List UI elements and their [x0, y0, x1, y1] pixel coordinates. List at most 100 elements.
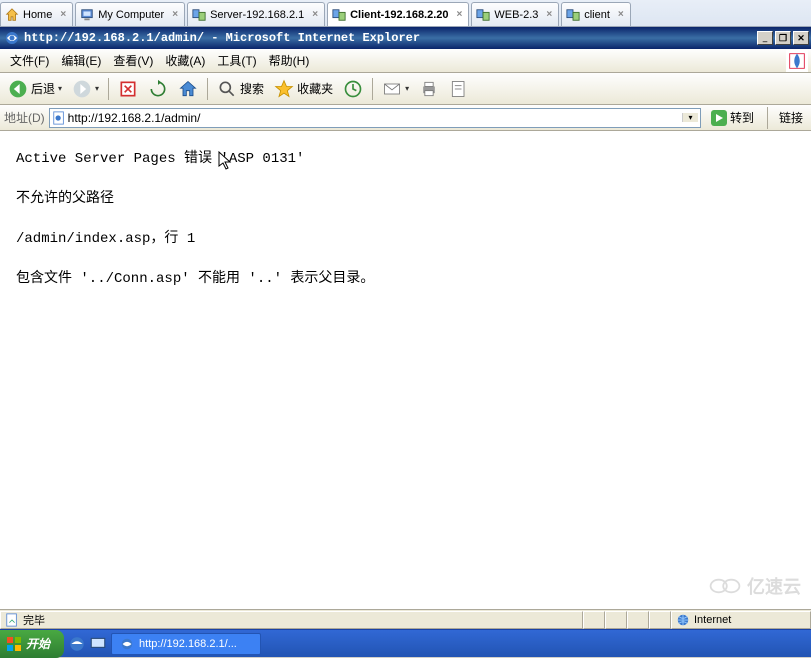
server-icon — [566, 8, 580, 22]
app-tab-home[interactable]: Home × — [0, 2, 73, 26]
start-label: 开始 — [26, 635, 50, 652]
ie-icon — [120, 637, 134, 651]
mail-button[interactable]: ▾ — [378, 77, 413, 101]
status-cell — [627, 611, 649, 629]
close-icon[interactable]: × — [60, 9, 66, 20]
go-label: 转到 — [730, 109, 754, 126]
favorites-label: 收藏夹 — [297, 80, 333, 97]
menu-tools[interactable]: 工具(T) — [211, 49, 262, 72]
zone-label: Internet — [694, 614, 731, 626]
back-button[interactable]: 后退 ▾ — [4, 77, 66, 101]
address-bar: 地址(D) ▾ 转到 链接 — [0, 105, 811, 131]
ql-desktop[interactable] — [89, 635, 107, 653]
status-bar: 完毕 Internet — [0, 609, 811, 629]
app-tab-client1[interactable]: Client-192.168.2.20 × — [327, 2, 469, 26]
app-tab-label: WEB-2.3 — [494, 9, 538, 21]
print-button[interactable] — [415, 77, 443, 101]
app-tab-strip: Home × My Computer × Server-192.168.2.1 … — [0, 0, 811, 27]
error-heading: 不允许的父路径 — [16, 187, 795, 207]
separator — [767, 107, 768, 129]
window-controls: _ ❐ ✕ — [757, 31, 809, 45]
menu-favorites[interactable]: 收藏(A) — [159, 49, 211, 72]
quick-launch — [68, 635, 107, 653]
app-tab-server1[interactable]: Server-192.168.2.1 × — [187, 2, 325, 26]
app-tab-label: My Computer — [98, 9, 164, 21]
separator — [207, 78, 208, 100]
page-icon — [52, 111, 66, 125]
search-button[interactable]: 搜索 — [213, 77, 268, 101]
task-label: http://192.168.2.1/... — [139, 638, 237, 650]
mouse-cursor-icon — [218, 151, 234, 171]
ie-throbber-icon — [783, 49, 811, 73]
status-cell — [649, 611, 671, 629]
computer-icon — [80, 8, 94, 22]
home-icon — [5, 8, 19, 22]
taskbar-item-ie[interactable]: http://192.168.2.1/... — [111, 633, 261, 655]
go-icon — [711, 110, 727, 126]
done-icon — [5, 613, 19, 627]
app-tab-my-computer[interactable]: My Computer × — [75, 2, 185, 26]
links-label[interactable]: 链接 — [775, 109, 807, 126]
close-button[interactable]: ✕ — [793, 31, 809, 45]
go-button[interactable]: 转到 — [705, 108, 760, 127]
ql-ie[interactable] — [68, 635, 86, 653]
window-titlebar: http://192.168.2.1/admin/ - Microsoft In… — [0, 27, 811, 49]
status-cell — [605, 611, 627, 629]
app-tab-label: Home — [23, 9, 52, 21]
favorites-button[interactable]: 收藏夹 — [270, 77, 337, 101]
menu-edit[interactable]: 编辑(E) — [55, 49, 107, 72]
stop-icon — [118, 79, 138, 99]
refresh-icon — [148, 79, 168, 99]
browser-viewport: Active Server Pages 错误 'ASP 0131' 不允许的父路… — [0, 131, 811, 609]
server-icon — [476, 8, 490, 22]
toolbar: 后退 ▾ ▾ 搜索 收藏夹 — [0, 73, 811, 105]
history-icon — [343, 79, 363, 99]
refresh-button[interactable] — [144, 77, 172, 101]
edit-button[interactable] — [445, 77, 473, 101]
close-icon[interactable]: × — [457, 9, 463, 20]
back-label: 后退 — [31, 80, 55, 97]
close-icon[interactable]: × — [312, 9, 318, 20]
taskbar: 开始 http://192.168.2.1/... — [0, 629, 811, 657]
menu-file[interactable]: 文件(F) — [4, 49, 55, 72]
address-label: 地址(D) — [4, 109, 45, 126]
separator — [108, 78, 109, 100]
app-tab-web23[interactable]: WEB-2.3 × — [471, 2, 559, 26]
close-icon[interactable]: × — [172, 9, 178, 20]
forward-icon — [72, 79, 92, 99]
menu-view[interactable]: 查看(V) — [107, 49, 159, 72]
forward-button[interactable]: ▾ — [68, 77, 103, 101]
globe-icon — [676, 613, 690, 627]
windows-icon — [6, 636, 22, 652]
close-icon[interactable]: × — [618, 9, 624, 20]
back-icon — [8, 79, 28, 99]
address-dropdown[interactable]: ▾ — [682, 113, 698, 122]
chevron-down-icon: ▾ — [58, 84, 62, 93]
menu-help[interactable]: 帮助(H) — [263, 49, 316, 72]
error-message: 包含文件 '../Conn.asp' 不能用 '..' 表示父目录。 — [16, 267, 795, 287]
address-field[interactable]: ▾ — [49, 108, 701, 128]
status-text: 完毕 — [23, 612, 45, 628]
url-input[interactable] — [66, 111, 682, 125]
start-button[interactable]: 开始 — [0, 630, 64, 658]
home-icon — [178, 79, 198, 99]
stop-button[interactable] — [114, 77, 142, 101]
menu-bar: 文件(F) 编辑(E) 查看(V) 收藏(A) 工具(T) 帮助(H) — [0, 49, 811, 73]
error-location: /admin/index.asp，行 1 — [16, 227, 795, 247]
home-button[interactable] — [174, 77, 202, 101]
search-label: 搜索 — [240, 80, 264, 97]
print-icon — [419, 79, 439, 99]
server-icon — [192, 8, 206, 22]
minimize-button[interactable]: _ — [757, 31, 773, 45]
app-tab-label: Server-192.168.2.1 — [210, 9, 304, 21]
chevron-down-icon: ▾ — [95, 84, 99, 93]
search-icon — [217, 79, 237, 99]
history-button[interactable] — [339, 77, 367, 101]
security-zone: Internet — [671, 611, 811, 629]
app-tab-client2[interactable]: client × — [561, 2, 631, 26]
status-done: 完毕 — [0, 611, 583, 629]
status-cell — [583, 611, 605, 629]
restore-button[interactable]: ❐ — [775, 31, 791, 45]
app-tab-label: Client-192.168.2.20 — [350, 9, 448, 21]
close-icon[interactable]: × — [546, 9, 552, 20]
